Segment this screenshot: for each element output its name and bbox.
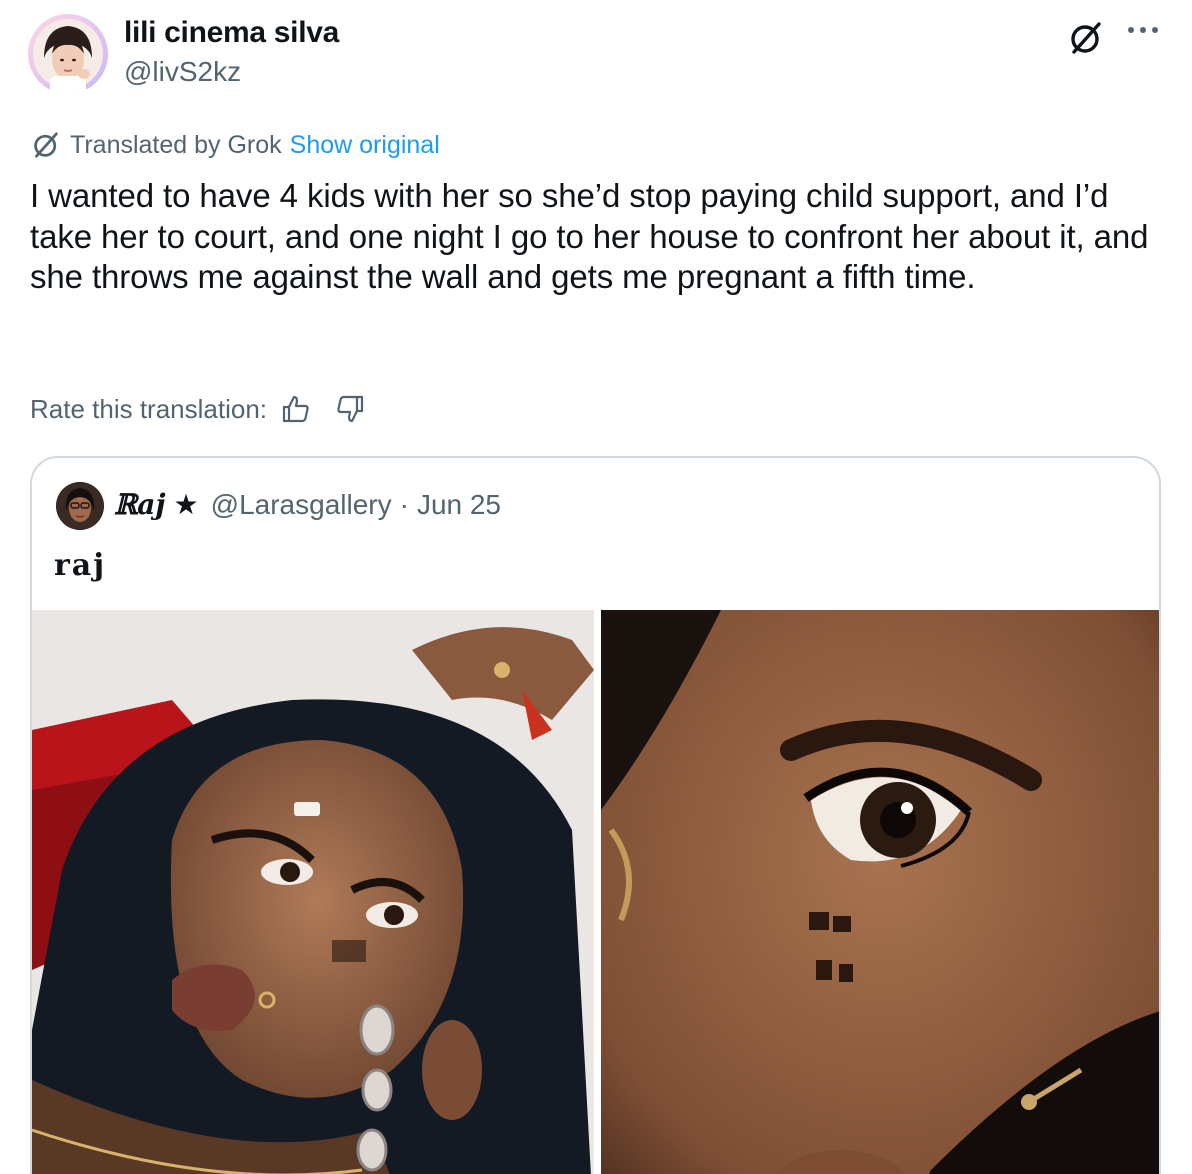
rate-translation: Rate this translation: xyxy=(30,390,365,428)
author-display-name[interactable]: lili cinema silva xyxy=(124,16,339,50)
translation-info: Translated by Grok Show original xyxy=(30,128,440,162)
tweet-text: I wanted to have 4 kids with her so she’… xyxy=(30,177,1149,295)
tweet: lili cinema silva @livS2kz Translated by… xyxy=(0,0,1192,1174)
quoted-author-avatar[interactable] xyxy=(56,482,104,530)
quoted-tweet-date[interactable]: Jun 25 xyxy=(417,489,501,521)
author-handle[interactable]: @livS2kz xyxy=(124,56,241,88)
thumbs-up-icon[interactable] xyxy=(281,394,311,424)
quoted-tweet[interactable]: ℝaj ★ @Larasgallery · Jun 25 raj xyxy=(30,456,1161,1174)
author-avatar[interactable] xyxy=(28,14,108,94)
quoted-author-handle[interactable]: @Larasgallery xyxy=(211,489,392,521)
quoted-tweet-text: raj xyxy=(54,548,107,583)
quoted-author-name[interactable]: ℝaj xyxy=(114,488,166,521)
thumbs-down-icon[interactable] xyxy=(335,394,365,424)
quoted-media xyxy=(32,610,1159,1174)
translated-by-label: Translated by Grok xyxy=(70,130,282,159)
photo-closeup[interactable] xyxy=(600,610,1159,1174)
grok-icon[interactable] xyxy=(1066,18,1106,58)
more-icon[interactable] xyxy=(1122,10,1164,50)
rate-translation-label: Rate this translation: xyxy=(30,393,268,424)
quoted-tweet-header: ℝaj ★ @Larasgallery · Jun 25 xyxy=(114,488,501,521)
separator-dot: · xyxy=(399,489,409,520)
star-icon: ★ xyxy=(173,489,199,520)
photo-portrait[interactable] xyxy=(32,610,595,1174)
grok-icon xyxy=(30,129,62,161)
show-original-link[interactable]: Show original xyxy=(290,131,440,160)
